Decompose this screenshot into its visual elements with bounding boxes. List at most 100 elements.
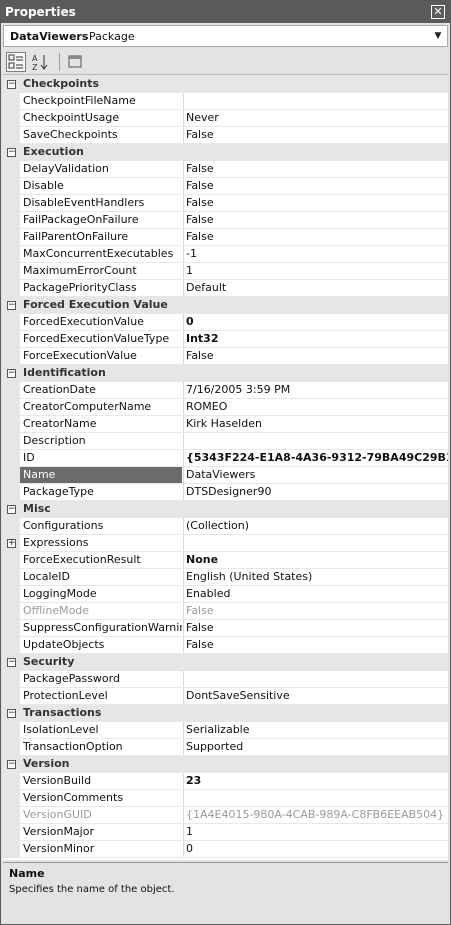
property-row-expressions[interactable]: + Expressions	[3, 535, 448, 552]
collapse-icon[interactable]: −	[7, 80, 16, 89]
property-row-creatorcomputername[interactable]: CreatorComputerName ROMEO	[3, 399, 448, 416]
property-value[interactable]: Kirk Haselden	[183, 416, 448, 433]
property-name[interactable]: PackageType	[20, 484, 182, 501]
property-row-name[interactable]: Name DataViewers	[3, 467, 448, 484]
category-transactions[interactable]: − Transactions	[3, 705, 448, 722]
property-row-versionbuild[interactable]: VersionBuild 23	[3, 773, 448, 790]
property-name[interactable]: ProtectionLevel	[20, 688, 182, 705]
property-name[interactable]: DisableEventHandlers	[20, 195, 182, 212]
property-row-versionmajor[interactable]: VersionMajor 1	[3, 824, 448, 841]
property-row-creationdate[interactable]: CreationDate 7/16/2005 3:59 PM	[3, 382, 448, 399]
property-name[interactable]: VersionGUID	[20, 807, 182, 824]
property-row-maximumerrorcount[interactable]: MaximumErrorCount 1	[3, 263, 448, 280]
property-row-failparentonfailure[interactable]: FailParentOnFailure False	[3, 229, 448, 246]
property-row-configurations[interactable]: Configurations (Collection)	[3, 518, 448, 535]
alphabetical-icon[interactable]: AZ	[30, 52, 50, 72]
property-row-description[interactable]: Description	[3, 433, 448, 450]
property-name[interactable]: SuppressConfigurationWarnings	[20, 620, 182, 637]
property-name[interactable]: CreationDate	[20, 382, 182, 399]
property-value[interactable]: ROMEO	[183, 399, 448, 416]
property-value[interactable]: DTSDesigner90	[183, 484, 448, 501]
property-value[interactable]: Never	[183, 110, 448, 127]
property-name[interactable]: VersionComments	[20, 790, 182, 807]
category-forced-execution-value[interactable]: − Forced Execution Value	[3, 297, 448, 314]
property-value[interactable]: 0	[183, 314, 448, 331]
property-name[interactable]: ID	[20, 450, 182, 467]
category-checkpoints[interactable]: − Checkpoints	[3, 76, 448, 93]
property-row-forceexecutionvalue[interactable]: ForceExecutionValue False	[3, 348, 448, 365]
category-security[interactable]: − Security	[3, 654, 448, 671]
property-pages-icon[interactable]	[65, 52, 85, 72]
property-row-creatorname[interactable]: CreatorName Kirk Haselden	[3, 416, 448, 433]
collapse-icon[interactable]: −	[7, 505, 16, 514]
chevron-down-icon[interactable]: ▼	[431, 28, 445, 44]
collapse-icon[interactable]: −	[7, 760, 16, 769]
property-name[interactable]: MaximumErrorCount	[20, 263, 182, 280]
property-name[interactable]: VersionBuild	[20, 773, 182, 790]
property-value[interactable]: Enabled	[183, 586, 448, 603]
category-execution[interactable]: − Execution	[3, 144, 448, 161]
property-name[interactable]: IsolationLevel	[20, 722, 182, 739]
property-name[interactable]: VersionMinor	[20, 841, 182, 858]
property-value[interactable]: False	[183, 637, 448, 654]
property-name[interactable]: Name	[20, 467, 182, 484]
property-value[interactable]	[183, 535, 448, 552]
property-value[interactable]: Supported	[183, 739, 448, 756]
property-row-localeid[interactable]: LocaleID English (United States)	[3, 569, 448, 586]
property-row-versionguid[interactable]: VersionGUID {1A4E4015-980A-4CAB-989A-C8FB…	[3, 807, 448, 824]
property-name[interactable]: PackagePriorityClass	[20, 280, 182, 297]
property-name[interactable]: CreatorName	[20, 416, 182, 433]
property-value[interactable]: False	[183, 212, 448, 229]
property-row-disable[interactable]: Disable False	[3, 178, 448, 195]
property-name[interactable]: PackagePassword	[20, 671, 182, 688]
collapse-icon[interactable]: −	[7, 658, 16, 667]
property-name[interactable]: SaveCheckpoints	[20, 127, 182, 144]
property-value[interactable]: {5343F224-E1A8-4A36-9312-79BA49C29B13}	[183, 450, 448, 467]
property-value[interactable]: False	[183, 161, 448, 178]
property-value[interactable]: DataViewers	[183, 467, 448, 484]
property-row-maxconcurrentexecutables[interactable]: MaxConcurrentExecutables -1	[3, 246, 448, 263]
property-name[interactable]: VersionMajor	[20, 824, 182, 841]
category-misc[interactable]: − Misc	[3, 501, 448, 518]
collapse-icon[interactable]: −	[7, 709, 16, 718]
property-name[interactable]: ForceExecutionValue	[20, 348, 182, 365]
property-name[interactable]: MaxConcurrentExecutables	[20, 246, 182, 263]
property-row-forcedexecutionvalue[interactable]: ForcedExecutionValue 0	[3, 314, 448, 331]
property-name[interactable]: ForcedExecutionValue	[20, 314, 182, 331]
category-version[interactable]: − Version	[3, 756, 448, 773]
property-value[interactable]: False	[183, 229, 448, 246]
property-name[interactable]: Disable	[20, 178, 182, 195]
expand-icon[interactable]: +	[7, 539, 16, 548]
property-value[interactable]: False	[183, 127, 448, 144]
categorized-icon[interactable]	[6, 52, 26, 72]
property-row-protectionlevel[interactable]: ProtectionLevel DontSaveSensitive	[3, 688, 448, 705]
property-row-isolationlevel[interactable]: IsolationLevel Serializable	[3, 722, 448, 739]
property-row-checkpointusage[interactable]: CheckpointUsage Never	[3, 110, 448, 127]
object-selector[interactable]: DataViewers Package ▼	[3, 25, 448, 47]
property-name[interactable]: ForcedExecutionValueType	[20, 331, 182, 348]
property-value[interactable]: False	[183, 603, 448, 620]
property-row-transactionoption[interactable]: TransactionOption Supported	[3, 739, 448, 756]
property-name[interactable]: TransactionOption	[20, 739, 182, 756]
property-name[interactable]: OfflineMode	[20, 603, 182, 620]
property-value[interactable]	[183, 93, 448, 110]
collapse-icon[interactable]: −	[7, 301, 16, 310]
property-row-offlinemode[interactable]: OfflineMode False	[3, 603, 448, 620]
property-value[interactable]: False	[183, 178, 448, 195]
property-row-packagepassword[interactable]: PackagePassword	[3, 671, 448, 688]
property-row-checkpointfilename[interactable]: CheckpointFileName	[3, 93, 448, 110]
property-value[interactable]: 0	[183, 841, 448, 858]
property-value[interactable]: 7/16/2005 3:59 PM	[183, 382, 448, 399]
property-name[interactable]: FailPackageOnFailure	[20, 212, 182, 229]
collapse-icon[interactable]: −	[7, 369, 16, 378]
property-value[interactable]: English (United States)	[183, 569, 448, 586]
property-row-loggingmode[interactable]: LoggingMode Enabled	[3, 586, 448, 603]
property-value[interactable]: DontSaveSensitive	[183, 688, 448, 705]
property-row-updateobjects[interactable]: UpdateObjects False	[3, 637, 448, 654]
property-row-failpackageonfailure[interactable]: FailPackageOnFailure False	[3, 212, 448, 229]
property-row-versionminor[interactable]: VersionMinor 0	[3, 841, 448, 858]
property-value[interactable]: False	[183, 348, 448, 365]
property-value[interactable]	[183, 433, 448, 450]
property-value[interactable]	[183, 790, 448, 807]
property-value[interactable]: Int32	[183, 331, 448, 348]
